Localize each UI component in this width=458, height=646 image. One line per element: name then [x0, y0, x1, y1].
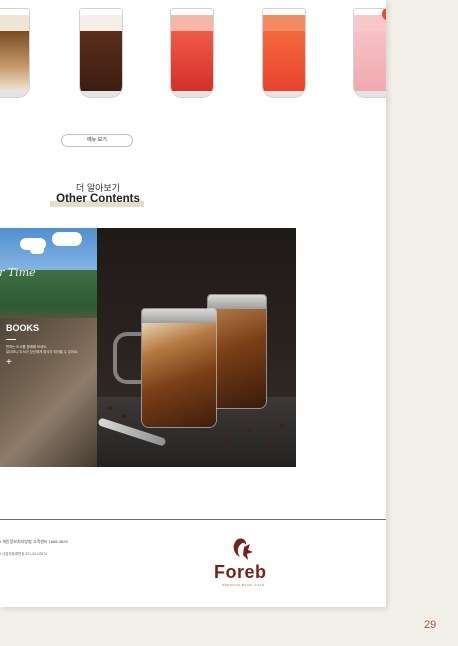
coffee-bean-icon [225, 438, 231, 442]
brand-tagline: PREMIUM BOOK CAFE [222, 583, 265, 587]
drink-strawberry-ade-image[interactable] [170, 8, 214, 98]
books-card-description: 읽다보니 도서가 당신에게 휴식이 되어줄 수 있어요. [6, 350, 79, 354]
coffee-bean-icon [121, 414, 127, 418]
coffee-bean-icon [279, 424, 285, 428]
drink-grapefruit-ade-image[interactable] [262, 8, 306, 98]
footer-business-info: I 사업자등록번호 871-81-02574 [0, 552, 48, 556]
footer-divider [0, 519, 386, 520]
brand-name: Foreb [214, 562, 267, 582]
page-number: 29 [424, 619, 437, 631]
foreb-logo-icon[interactable] [228, 535, 258, 565]
section-title-english: Other Contents [56, 193, 140, 205]
books-card-title: BOOKS [6, 323, 40, 333]
footer-links[interactable]: I 개인정보처리방침 고객센터 1668-0825 [0, 539, 68, 545]
image-caption-text: ur Time [0, 266, 36, 279]
divider [6, 339, 16, 340]
drink-latte-image[interactable] [0, 8, 30, 98]
coffee-bean-icon [107, 406, 113, 410]
menu-view-button[interactable]: 메뉴 보기 [61, 134, 133, 147]
iced-coffee-photo[interactable] [97, 228, 296, 467]
drink-product-row [0, 0, 386, 105]
plus-icon[interactable]: + [6, 358, 12, 368]
coffee-bean-icon [247, 428, 253, 432]
drink-pink-smoothie-image[interactable] [353, 8, 386, 98]
page-sheet: 메뉴 보기 더 알아보기 Other Contents ur Time BOOK… [0, 0, 386, 607]
drink-chocolate-image[interactable] [79, 8, 123, 98]
coffee-bean-icon [267, 443, 273, 447]
mason-jar-image [141, 308, 217, 428]
